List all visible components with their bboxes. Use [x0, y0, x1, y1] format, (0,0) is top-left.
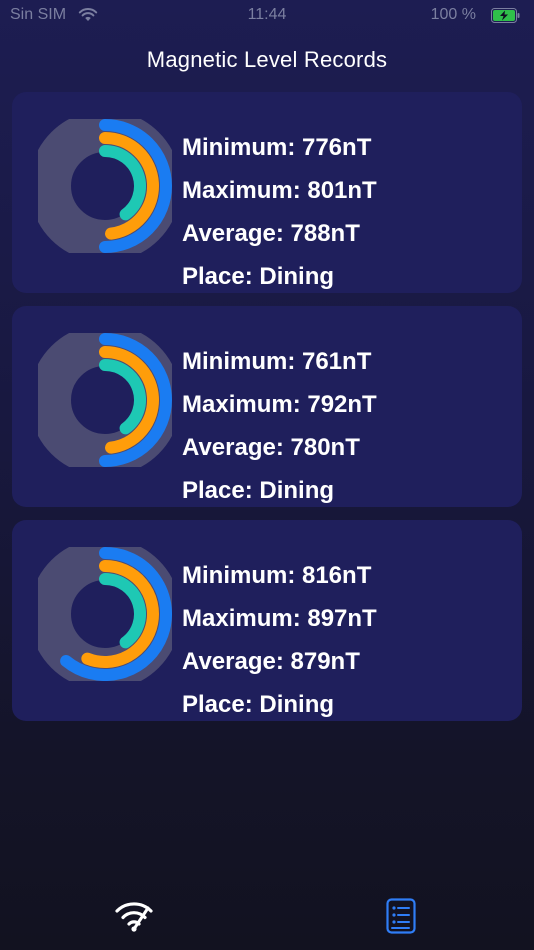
- record-info: Minimum: 816nT Maximum: 897nT Average: 8…: [182, 554, 377, 726]
- place-value: Place: Dining: [182, 263, 335, 290]
- average-value: Average: 780nT: [182, 434, 360, 461]
- tab-bar: [0, 880, 534, 950]
- record-card[interactable]: Minimum: 816nT Maximum: 897nT Average: 8…: [12, 520, 522, 721]
- magnetic-rings-chart: [38, 333, 172, 467]
- place-value: Place: Dining: [182, 691, 335, 718]
- record-info: Minimum: 761nT Maximum: 792nT Average: 7…: [182, 340, 377, 512]
- battery-charging-icon: [491, 8, 520, 23]
- status-bar: Sin SIM 11:44 100 %: [0, 0, 534, 32]
- inner-ring-arc: [99, 145, 146, 221]
- place-value: Place: Dining: [182, 477, 335, 504]
- record-card[interactable]: Minimum: 776nT Maximum: 801nT Average: 7…: [12, 92, 522, 293]
- maximum-value: Maximum: 801nT: [182, 177, 377, 204]
- wifi-signal-icon[interactable]: [114, 898, 154, 934]
- average-value: Average: 879nT: [182, 648, 360, 675]
- magnetic-rings-chart: [38, 547, 172, 681]
- inner-ring-arc: [99, 359, 146, 435]
- battery-percent: 100 %: [430, 6, 476, 23]
- page-title: Magnetic Level Records: [146, 47, 388, 72]
- records-list: Minimum: 776nT Maximum: 801nT Average: 7…: [12, 92, 522, 734]
- maximum-value: Maximum: 897nT: [182, 605, 377, 632]
- average-value: Average: 788nT: [182, 220, 360, 247]
- maximum-value: Maximum: 792nT: [182, 391, 377, 418]
- record-info: Minimum: 776nT Maximum: 801nT Average: 7…: [182, 126, 377, 298]
- minimum-value: Minimum: 776nT: [182, 134, 372, 161]
- minimum-value: Minimum: 816nT: [182, 562, 372, 589]
- list-icon[interactable]: [386, 898, 416, 934]
- inner-ring-arc: [99, 573, 146, 649]
- magnetic-rings-chart: [38, 119, 172, 253]
- minimum-value: Minimum: 761nT: [182, 348, 372, 375]
- record-card[interactable]: Minimum: 761nT Maximum: 792nT Average: 7…: [12, 306, 522, 507]
